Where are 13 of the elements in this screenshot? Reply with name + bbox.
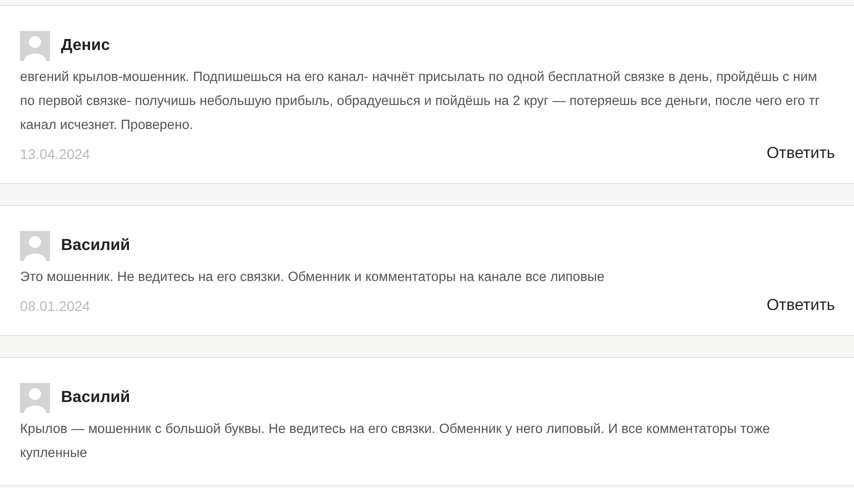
author-name: Денис (61, 37, 110, 55)
comment-text: Это мошенник. Не ведитесь на его связки. Обменник и комментаторы на канале все липовые (20, 268, 606, 286)
author-name: Василий (61, 389, 130, 407)
comment-text: Крылов — мошенник с большой буквы. Не ведитесь на его связки. Обменник у него липовый. И все комментаторы тоже купленные (20, 420, 771, 462)
author-name: Василий (61, 237, 130, 255)
reply-link[interactable]: Ответить (766, 145, 835, 163)
reply-link[interactable]: Ответить (766, 297, 835, 315)
avatar-icon (20, 231, 50, 261)
avatar-icon (20, 383, 50, 413)
comment-text: евгений крылов-мошенник. Подпишешься на его канал- начнёт присылать по одной бесплатной связке в день, пройдёшь с ним по первой связке- получишь небольшую прибыль, обрадуешься и пойдёшь на 2 круг — потеряешь все деньги, после чего его тг канал исчезнет. Проверено. (20, 68, 821, 134)
comment-date: 08.01.2024 (20, 298, 90, 314)
avatar-icon (20, 31, 50, 61)
comment-date: 13.04.2024 (20, 146, 90, 162)
